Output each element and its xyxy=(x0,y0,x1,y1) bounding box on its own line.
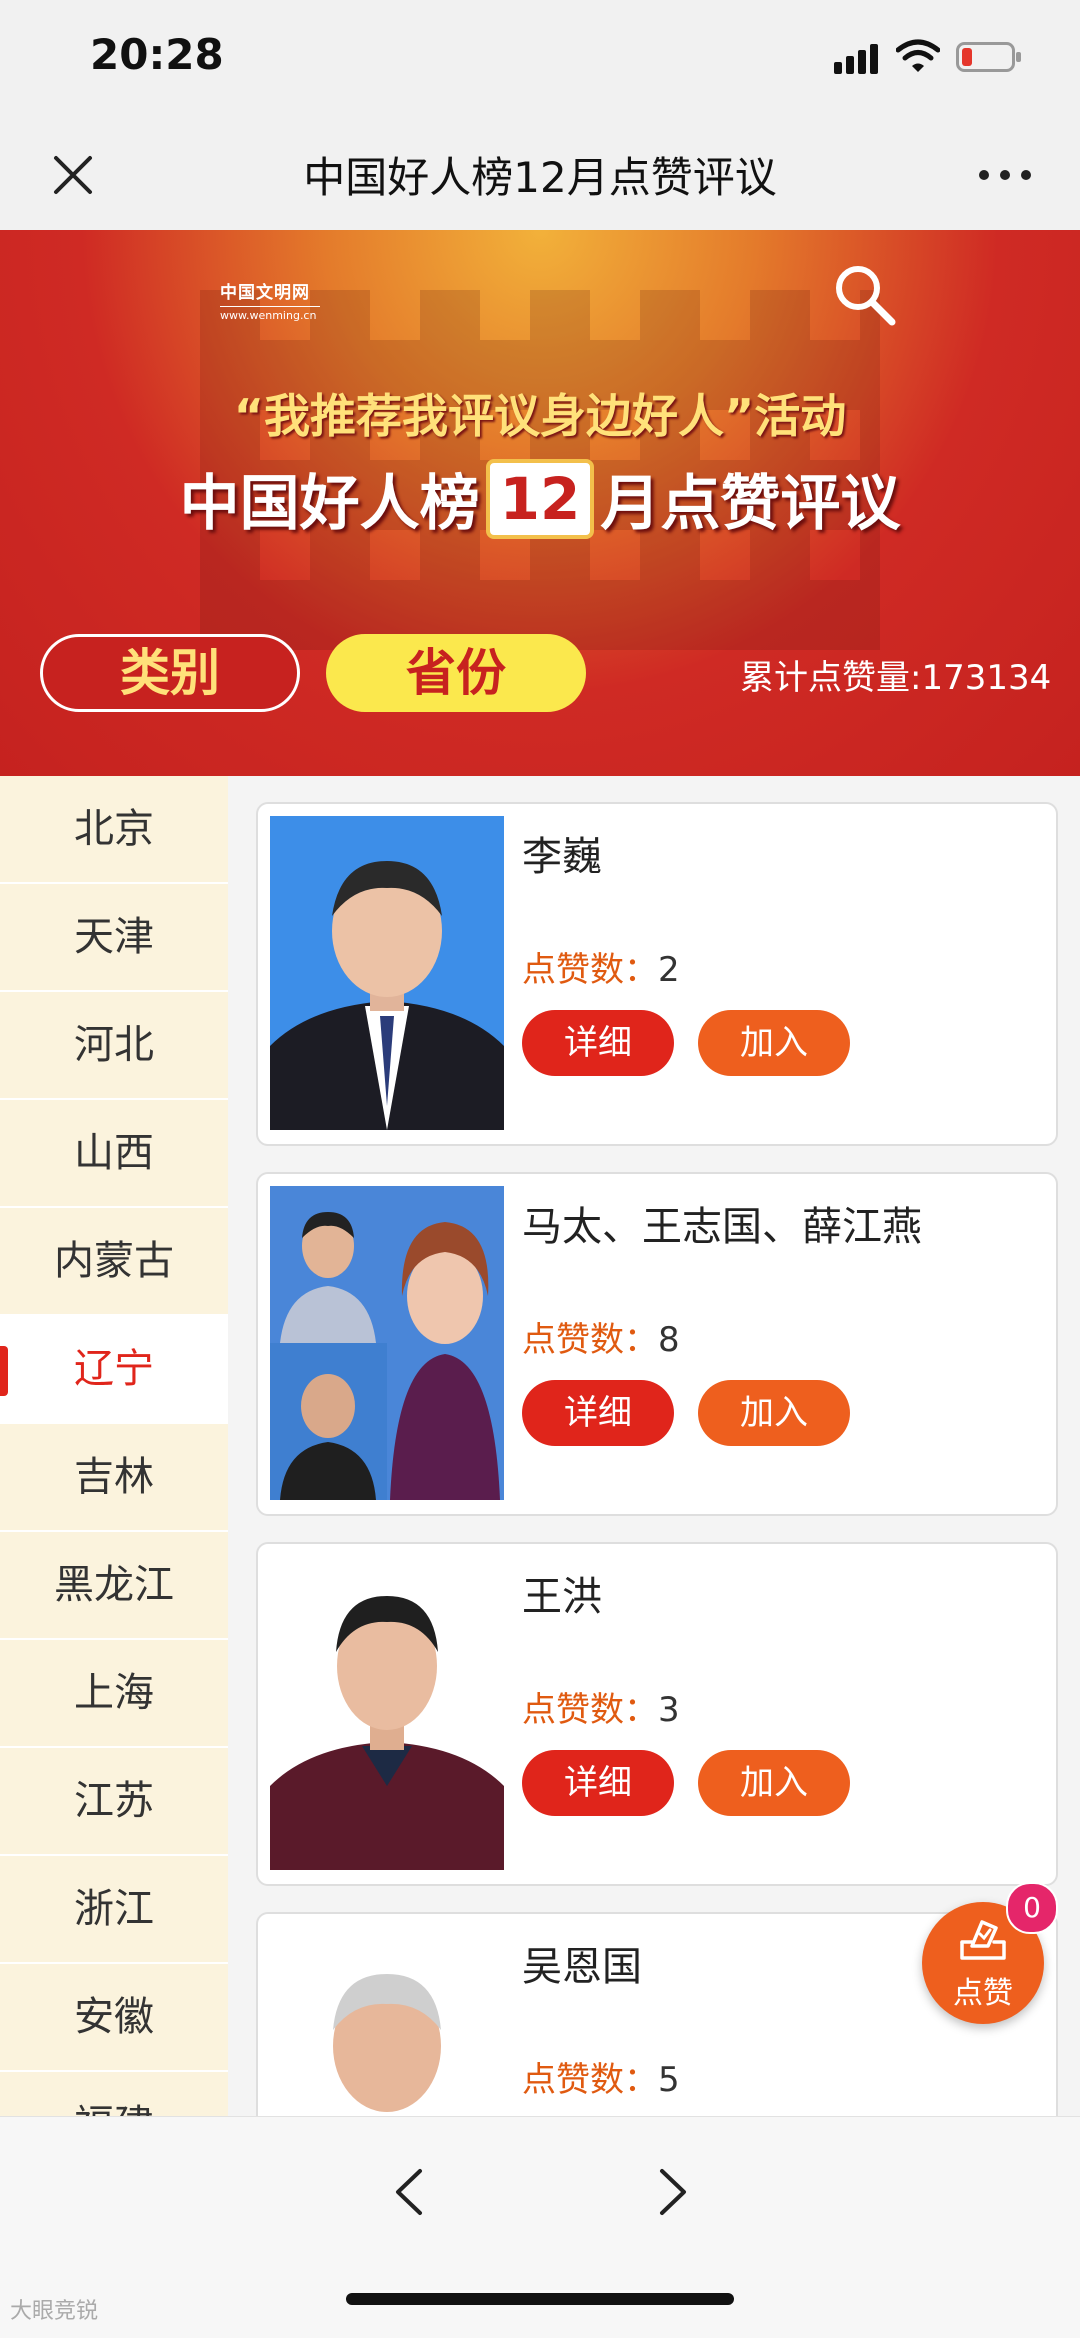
wifi-icon xyxy=(896,39,940,72)
search-icon[interactable] xyxy=(830,260,900,330)
candidate-photo xyxy=(270,1556,504,1870)
candidate-photo xyxy=(270,816,504,1130)
nav-bar: 中国好人榜12月点赞评议 xyxy=(0,120,1080,230)
page-title: 中国好人榜12月点赞评议 xyxy=(303,153,777,202)
cellular-signal-icon xyxy=(834,44,878,74)
banner-title: 中国好人榜 12 月点赞评议 xyxy=(0,455,1080,542)
candidate-card[interactable]: 王洪 点赞数：3 详细 加入 xyxy=(256,1542,1058,1886)
sidebar-item-tianjin[interactable]: 天津 xyxy=(0,884,228,992)
home-indicator[interactable] xyxy=(346,2293,734,2305)
category-button[interactable]: 类别 xyxy=(40,634,300,712)
candidate-name: 马太、王志国、薛江燕 xyxy=(522,1204,922,1250)
sidebar-item-fujian[interactable]: 福建 xyxy=(0,2072,228,2116)
candidate-photo xyxy=(270,1186,504,1500)
likes-count: 点赞数：3 xyxy=(522,1690,680,1730)
sidebar-item-liaoning[interactable]: 辽宁 xyxy=(0,1316,228,1424)
vote-label: 点赞 xyxy=(953,1976,1013,2011)
battery-low-icon xyxy=(956,42,1021,72)
sidebar-item-jiangsu[interactable]: 江苏 xyxy=(0,1748,228,1856)
sidebar-item-hebei[interactable]: 河北 xyxy=(0,992,228,1100)
sidebar-item-jilin[interactable]: 吉林 xyxy=(0,1424,228,1532)
candidate-photo xyxy=(270,1926,504,2116)
candidate-card[interactable]: 马太、王志国、薛江燕 点赞数：8 详细 加入 xyxy=(256,1172,1058,1516)
banner: 中国文明网 www.wenming.cn “我推荐我评议身边好人”活动 中国好人… xyxy=(0,230,1080,776)
forward-arrow-icon[interactable] xyxy=(650,2157,696,2227)
likes-count: 点赞数：8 xyxy=(522,1320,680,1360)
sidebar-item-anhui[interactable]: 安徽 xyxy=(0,1964,228,2072)
join-button[interactable]: 加入 xyxy=(698,1010,850,1076)
total-likes: 累计点赞量:173134 xyxy=(740,658,1052,698)
sidebar-item-beijing[interactable]: 北京 xyxy=(0,776,228,884)
likes-count: 点赞数：5 xyxy=(522,2060,680,2100)
join-button[interactable]: 加入 xyxy=(698,1380,850,1446)
sidebar-item-shanxi[interactable]: 山西 xyxy=(0,1100,228,1208)
status-bar: 20:28 xyxy=(0,0,1080,120)
detail-button[interactable]: 详细 xyxy=(522,1010,674,1076)
status-time: 20:28 xyxy=(90,30,224,79)
sidebar-item-heilongjiang[interactable]: 黑龙江 xyxy=(0,1532,228,1640)
candidate-name: 吴恩国 xyxy=(522,1944,642,1990)
close-icon[interactable] xyxy=(40,142,106,208)
wenming-logo: 中国文明网 www.wenming.cn xyxy=(220,278,320,322)
more-options-icon[interactable] xyxy=(970,142,1040,208)
sidebar-item-neimenggu[interactable]: 内蒙古 xyxy=(0,1208,228,1316)
watermark: 大眼竞锐 xyxy=(10,2299,99,2324)
bottom-toolbar: 大眼竞锐 xyxy=(0,2116,1080,2338)
province-sidebar: 北京 天津 河北 山西 内蒙古 辽宁 吉林 黑龙江 上海 江苏 浙江 安徽 福建 xyxy=(0,776,228,2116)
join-button[interactable]: 加入 xyxy=(698,1750,850,1816)
sidebar-item-shanghai[interactable]: 上海 xyxy=(0,1640,228,1748)
vote-box-icon xyxy=(960,1920,1006,1960)
back-arrow-icon[interactable] xyxy=(386,2157,432,2227)
banner-subtitle: “我推荐我评议身边好人”活动 xyxy=(233,389,847,443)
month-badge: 12 xyxy=(485,458,595,539)
detail-button[interactable]: 详细 xyxy=(522,1750,674,1816)
candidate-card[interactable]: 李巍 点赞数：2 详细 加入 xyxy=(256,802,1058,1146)
candidate-name: 王洪 xyxy=(522,1574,602,1620)
likes-count: 点赞数：2 xyxy=(522,950,680,990)
sidebar-item-zhejiang[interactable]: 浙江 xyxy=(0,1856,228,1964)
candidate-name: 李巍 xyxy=(522,834,602,880)
province-button[interactable]: 省份 xyxy=(326,634,586,712)
detail-button[interactable]: 详细 xyxy=(522,1380,674,1446)
vote-count-badge: 0 xyxy=(1006,1882,1058,1934)
